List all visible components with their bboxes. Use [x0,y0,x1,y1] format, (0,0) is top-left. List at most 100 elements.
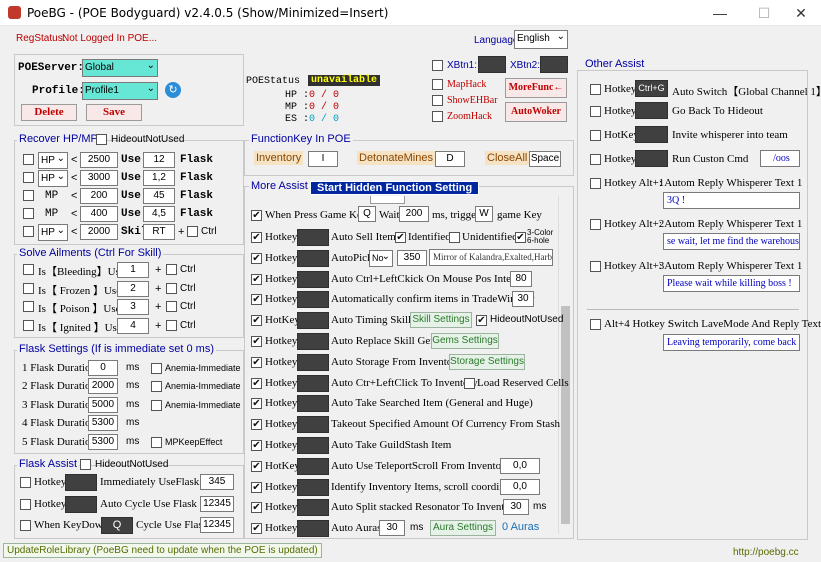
recover-row-checkbox[interactable] [23,226,34,237]
ailment-flask-input[interactable]: 3 [117,299,149,315]
flask-assist-key[interactable]: Q [101,517,133,534]
game-key-checkbox[interactable] [251,210,262,221]
pick-mode-select[interactable]: No [369,249,393,267]
recover-hideout-checkbox[interactable] [96,134,107,145]
flask-extra-checkbox[interactable] [151,381,162,392]
more-assist-checkbox[interactable] [251,523,262,534]
flask-assist-hideout-checkbox[interactable] [80,459,91,470]
other-assist-checkbox[interactable] [590,84,601,95]
custom-cmd-input[interactable]: /oos [760,150,800,167]
more-assist-hotkey-input[interactable] [297,479,329,496]
ailment-flask-input[interactable]: 1 [117,262,149,278]
reply-text-input[interactable]: se wait, let me find the warehouse ! [663,233,800,250]
game-key-input[interactable]: Q [358,206,376,222]
more-assist-checkbox[interactable] [251,274,262,285]
ailment-ctrl-checkbox[interactable] [166,320,177,331]
flask-extra-checkbox[interactable] [151,363,162,374]
ailment-flask-input[interactable]: 2 [117,281,149,297]
flask-extra-checkbox[interactable] [151,400,162,411]
recover-flask-input[interactable]: 4,5 [143,206,175,222]
minimize-button[interactable]: — [700,4,740,22]
more-assist-checkbox[interactable] [251,253,262,264]
pick-filter-input[interactable]: Mirror of Kalandra,Exalted,Harb [429,249,553,266]
reply-checkbox[interactable] [590,219,601,230]
gems-settings-button[interactable]: Gems Settings [431,333,499,349]
reserved-cells-checkbox[interactable] [464,378,475,389]
recover-flask-input[interactable]: 45 [143,188,175,204]
maphack-checkbox[interactable] [432,79,443,90]
update-role-library-button[interactable]: UpdateRoleLibrary (PoeBG need to update … [3,543,322,558]
more-assist-checkbox[interactable] [251,502,262,513]
teleport-coords-input[interactable]: 0,0 [500,458,540,474]
color-checkbox[interactable] [515,232,526,243]
other-assist-checkbox[interactable] [590,106,601,117]
reply-checkbox[interactable] [590,261,601,272]
more-assist-checkbox[interactable] [251,294,262,305]
other-assist-hotkey-input[interactable]: Ctrl+G [635,80,668,97]
recover-row-checkbox[interactable] [23,154,34,165]
recover-ctrl-checkbox[interactable] [187,226,198,237]
unidentified-checkbox[interactable] [449,232,460,243]
delete-button[interactable]: Delete [21,104,77,121]
flask-duration-input[interactable]: 5000 [88,397,118,413]
recover-value-input[interactable]: 2500 [80,152,118,168]
flask-extra-checkbox[interactable] [151,437,162,448]
flask-assist-checkbox[interactable] [20,520,31,531]
other-assist-hotkey-input[interactable] [635,102,668,119]
flask-assist-key[interactable] [65,474,97,491]
more-assist-hotkey-input[interactable] [297,354,329,371]
split-interval-input[interactable]: 30 [503,499,529,515]
recover-value-input[interactable]: 400 [80,206,118,222]
timing-hideout-checkbox[interactable] [476,315,487,326]
more-assist-hotkey-input[interactable] [297,395,329,412]
flask-assist-checkbox[interactable] [20,499,31,510]
showehbar-checkbox[interactable] [432,95,443,106]
ailment-checkbox[interactable] [23,320,34,331]
flask-assist-value-input[interactable]: 12345 [200,517,234,533]
flask-duration-input[interactable]: 5300 [88,415,118,431]
more-assist-checkbox[interactable] [251,232,262,243]
ailment-checkbox[interactable] [23,264,34,275]
more-assist-hotkey-input[interactable] [297,333,329,350]
more-assist-hotkey-input[interactable] [297,229,329,246]
more-assist-hotkey-input[interactable] [297,250,329,267]
recover-value-input[interactable]: 200 [80,188,118,204]
wait-input[interactable]: 200 [399,206,429,222]
more-assist-hotkey-input[interactable] [297,499,329,516]
xbtn1-hotkey[interactable] [478,56,506,73]
ailment-checkbox[interactable] [23,301,34,312]
trigger-input[interactable]: W [475,206,493,222]
close-button[interactable]: ✕ [781,4,821,22]
start-hidden-function-button[interactable]: Start Hidden Function Setting [310,181,480,195]
identified-checkbox[interactable] [395,232,406,243]
other-assist-checkbox[interactable] [590,130,601,141]
xbtn1-checkbox[interactable] [432,60,443,71]
reply-text-input[interactable]: Please wait while killing boss ! [663,275,800,292]
pick-value-input[interactable]: 350 [397,250,427,266]
more-assist-checkbox[interactable] [251,378,262,389]
more-assist-scrollbar[interactable] [558,196,572,534]
flask-assist-value-input[interactable]: 12345 [200,496,234,512]
more-assist-checkbox[interactable] [251,357,262,368]
more-assist-hotkey-input[interactable] [297,437,329,454]
flask-duration-input[interactable]: 0 [88,360,118,376]
flask-duration-input[interactable]: 5300 [88,434,118,450]
refresh-icon[interactable]: ↻ [165,82,181,98]
more-assist-hotkey-input[interactable] [297,271,329,288]
recover-flask-input[interactable]: 1,2 [143,170,175,186]
flask-assist-value-input[interactable]: 345 [200,474,234,490]
server-select[interactable]: Global [82,58,158,77]
xbtn2-hotkey[interactable] [540,56,568,73]
recover-flask-input[interactable]: 12 [143,152,175,168]
recover-row-checkbox[interactable] [23,190,34,201]
zoomhack-checkbox[interactable] [432,111,443,122]
website-link[interactable]: http://poebg.cc [733,547,799,558]
recover-row-checkbox[interactable] [23,208,34,219]
identify-coords-input[interactable]: 0,0 [500,479,540,495]
ailment-ctrl-checkbox[interactable] [166,301,177,312]
more-func-button[interactable]: MoreFunc← [505,78,567,98]
recover-row-checkbox[interactable] [23,172,34,183]
inventory-key-input[interactable]: I [308,151,338,167]
leave-checkbox[interactable] [590,319,601,330]
flask-assist-key[interactable] [65,496,97,513]
